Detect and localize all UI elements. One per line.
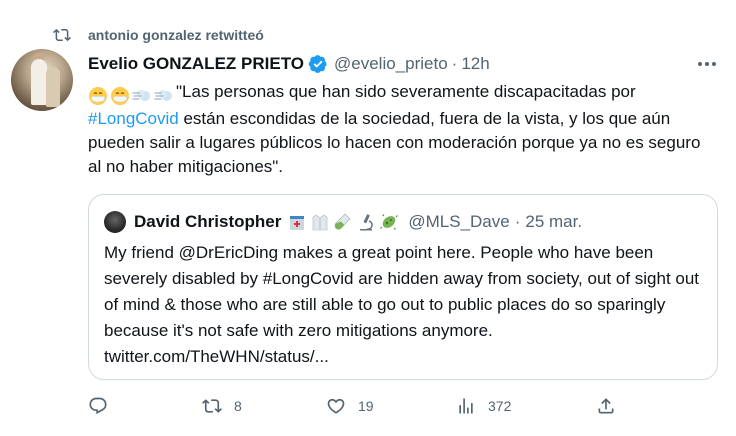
quoted-author-name: David Christopher bbox=[134, 212, 282, 231]
emoji-group bbox=[88, 83, 176, 107]
more-options-icon[interactable] bbox=[696, 56, 718, 72]
tweet-text: "Las personas que han sido severamente d… bbox=[88, 80, 718, 179]
microbe-emoji bbox=[380, 214, 399, 230]
views-button[interactable]: 372 bbox=[456, 396, 511, 416]
quoted-separator-dot: · bbox=[514, 212, 521, 231]
author-handle[interactable]: @evelio_prieto bbox=[334, 54, 448, 74]
retweet-icon bbox=[202, 399, 222, 413]
retweet-count: 8 bbox=[234, 398, 242, 414]
quoted-author-handle: @MLS_Dave bbox=[408, 212, 510, 231]
author-name[interactable]: Evelio GONZALEZ PRIETO bbox=[88, 54, 304, 74]
retweet-label: antonio gonzalez retwitteó bbox=[88, 27, 264, 43]
verified-badge-icon bbox=[308, 55, 327, 73]
dash-emoji bbox=[132, 89, 150, 101]
share-button[interactable] bbox=[596, 396, 616, 416]
like-button[interactable]: 19 bbox=[326, 396, 374, 416]
share-icon bbox=[598, 398, 614, 414]
tweet-text-part-2: están escondidas de la sociedad, fuera d… bbox=[88, 109, 701, 176]
tweet-header: Evelio GONZALEZ PRIETO @evelio_prieto · … bbox=[88, 52, 716, 76]
quoted-tweet[interactable]: David Christopher @MLS_Dave · 25 mar. My… bbox=[88, 194, 718, 380]
quoted-tweet-text: My friend @DrEricDing makes a great poin… bbox=[104, 243, 700, 366]
reply-icon bbox=[89, 397, 107, 415]
test-tube-emoji bbox=[335, 213, 351, 230]
microscope-emoji bbox=[360, 214, 374, 231]
lab-coat-emoji bbox=[313, 214, 328, 231]
retweet-button[interactable]: 8 bbox=[202, 396, 242, 416]
quoted-tweet-header: David Christopher @MLS_Dave · 25 mar. bbox=[104, 211, 582, 233]
quoted-tweet-time: 25 mar. bbox=[525, 212, 583, 231]
separator-dot: · bbox=[451, 54, 458, 73]
views-chart-icon bbox=[459, 398, 473, 414]
face-with-mask-emoji bbox=[111, 86, 129, 105]
hashtag-link[interactable]: #LongCovid bbox=[88, 109, 179, 128]
tweet-actions: 8 19 372 bbox=[88, 396, 628, 422]
face-with-mask-emoji bbox=[89, 86, 107, 105]
retweet-icon bbox=[53, 28, 71, 42]
hospital-emoji bbox=[290, 216, 305, 230]
tweet-time[interactable]: 12h bbox=[461, 54, 489, 74]
quoted-avatar bbox=[104, 211, 126, 233]
views-count: 372 bbox=[488, 398, 512, 414]
retweet-context[interactable]: antonio gonzalez retwitteó bbox=[52, 24, 264, 46]
heart-icon bbox=[327, 398, 345, 414]
reply-button[interactable] bbox=[88, 396, 120, 416]
quoted-emoji-group bbox=[287, 212, 402, 232]
like-count: 19 bbox=[358, 398, 374, 414]
tweet-text-part-1: "Las personas que han sido severamente d… bbox=[176, 82, 636, 101]
dash-emoji bbox=[154, 89, 172, 101]
avatar[interactable] bbox=[11, 49, 73, 111]
